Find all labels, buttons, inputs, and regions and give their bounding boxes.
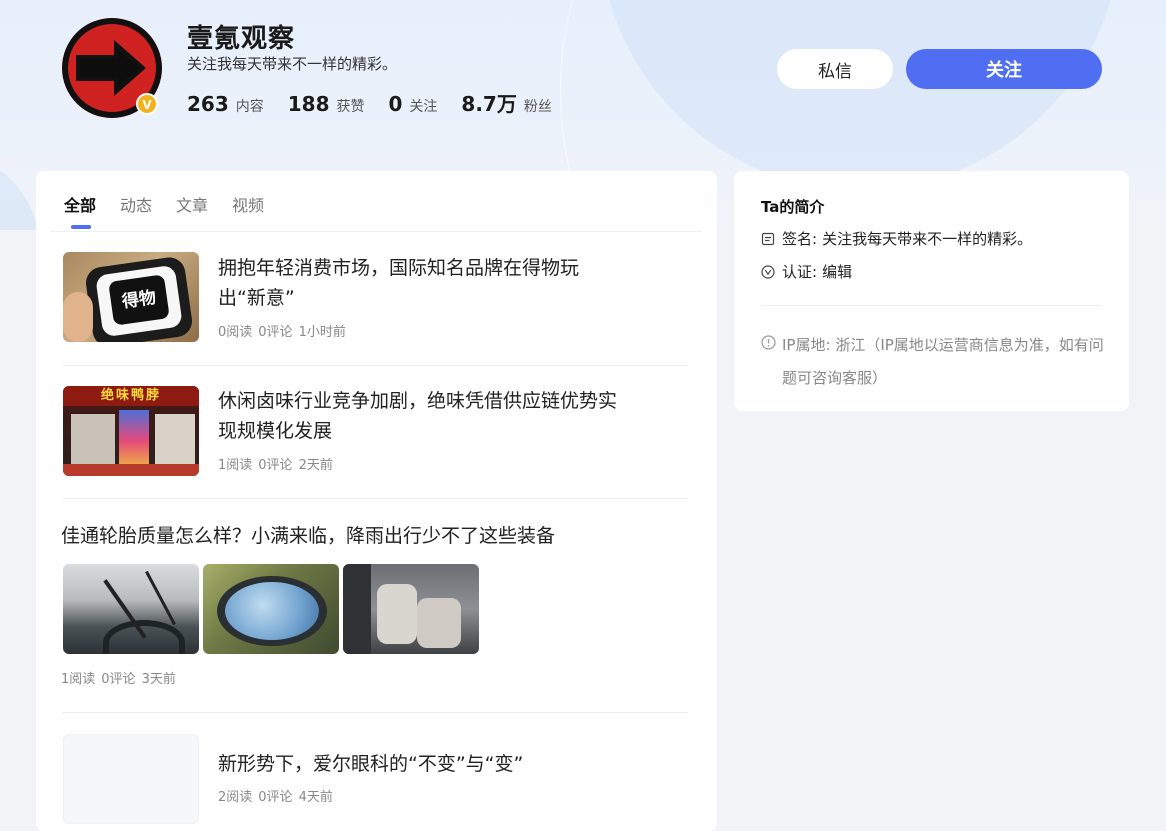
feed-title[interactable]: 拥抱年轻消费市场，国际知名品牌在得物玩出“新意” [218,253,618,313]
tab-all[interactable]: 全部 [64,192,96,229]
feed-item[interactable]: 绝味鸭脖 休闲卤味行业竞争加剧，绝味凭借供应链优势实现规模化发展 1阅读 0评论 2… [63,386,688,480]
app-logo-icon: 得物 [108,274,170,326]
intro-cert-row: 认证: 编辑 [761,261,852,282]
tab-videos[interactable]: 视频 [232,192,264,216]
ip-label: IP属地: [782,336,831,354]
stat-label: 关注 [409,99,438,115]
wiper-shape [145,570,176,626]
stat-following[interactable]: 0 关注 [389,92,438,116]
cert-text: 编辑 [822,263,853,281]
door-frame [343,564,371,654]
feed-title[interactable]: 佳通轮胎质量怎么样？小满来临，降雨出行少不了这些装备 [61,521,661,551]
post-time: 2天前 [298,458,333,473]
content-feed-card: 全部 动态 文章 视频 得物 拥抱年轻消费市场，国际知名品牌在得物玩出“新意” … [36,171,717,831]
stat-contents[interactable]: 263 内容 [187,92,264,116]
comment-count: 0评论 [258,458,293,473]
feed-item[interactable]: 佳通轮胎质量怎么样？小满来临，降雨出行少不了这些装备 1阅读 0评论 3天前 [61,521,686,691]
verified-circle-icon [761,264,775,279]
tab-updates[interactable]: 动态 [120,192,152,216]
profile-name: 壹氪观察 [187,24,296,54]
stat-likes: 188 获赞 [288,92,365,116]
info-icon [761,335,776,350]
stat-number: 188 [287,92,330,116]
profile-stats: 263 内容 188 获赞 0 关注 8.7万 粉丝 [187,88,576,117]
read-count: 2阅读 [218,790,253,805]
tab-divider [50,231,702,232]
verified-badge-icon: V [136,93,158,115]
tab-articles[interactable]: 文章 [176,192,208,216]
item-divider [63,498,688,499]
message-button[interactable]: 私信 [777,49,893,89]
comment-count: 0评论 [258,325,293,340]
profile-signature: 关注我每天带来不一样的精彩。 [187,55,398,73]
stat-label: 粉丝 [523,99,552,115]
stat-number: 8.7万 [461,92,517,116]
comment-count: 0评论 [258,790,293,805]
feed-meta: 0阅读 0评论 1小时前 [218,321,352,340]
intro-signature-row: 签名: 关注我每天带来不一样的精彩。 [761,228,1032,249]
feed-thumbnail[interactable] [203,564,339,654]
stat-number: 0 [388,92,403,116]
content-tabs: 全部 动态 文章 视频 [64,192,288,229]
feed-meta: 1阅读 0评论 3天前 [61,668,182,687]
comment-count: 0评论 [101,672,136,687]
feed-item[interactable]: 新形势下，爱尔眼科的“不变”与“变” 2阅读 0评论 4天前 [63,734,688,828]
read-count: 1阅读 [61,672,96,687]
shop-counter [63,464,199,476]
signature-label: 签名: [782,230,818,248]
intro-divider [761,305,1102,306]
feed-title[interactable]: 新形势下，爱尔眼科的“不变”与“变” [218,749,618,779]
stat-number: 263 [187,92,229,116]
feed-thumbnail[interactable] [343,564,479,654]
profile-intro-card: Ta的简介 签名: 关注我每天带来不一样的精彩。 认证: 编辑 IP属地: 浙江… [734,171,1129,411]
feed-thumbnail[interactable]: 得物 [63,252,199,342]
item-divider [63,712,688,713]
signature-text: 关注我每天带来不一样的精彩。 [822,230,1033,248]
shop-sign: 绝味鸭脖 [63,386,199,406]
post-time: 1小时前 [298,325,346,340]
hand-shape [63,292,93,342]
banner-decor-circle [0,150,40,230]
intro-title: Ta的简介 [761,198,825,216]
seat-shape [417,598,461,648]
read-count: 1阅读 [218,458,253,473]
read-count: 0阅读 [218,325,253,340]
stat-label: 内容 [235,99,264,115]
follow-button[interactable]: 关注 [906,49,1102,89]
ip-location: IP属地: 浙江（IP属地以运营商信息为准，如有问题可咨询客服） [761,329,1106,395]
feed-title[interactable]: 休闲卤味行业竞争加剧，绝味凭借供应链优势实现规模化发展 [218,386,618,446]
stat-fans[interactable]: 8.7万 粉丝 [461,88,551,117]
feed-item[interactable]: 得物 拥抱年轻消费市场，国际知名品牌在得物玩出“新意” 0阅读 0评论 1小时前 [63,252,688,346]
feed-meta: 1阅读 0评论 2天前 [218,454,339,473]
feed-thumbnail[interactable] [63,564,199,654]
seat-shape [377,584,417,644]
poster-shape [119,410,149,472]
item-divider [63,365,688,366]
feed-meta: 2阅读 0评论 4天前 [218,786,339,805]
cert-label: 认证: [782,263,818,281]
mirror-glass [225,582,319,640]
feed-thumbnail[interactable]: 绝味鸭脖 [63,386,199,476]
stat-label: 获赞 [336,99,365,115]
post-time: 3天前 [141,672,176,687]
document-icon [761,232,775,245]
post-time: 4天前 [298,790,333,805]
feed-thumbnail[interactable] [63,734,199,824]
ip-text: 浙江（IP属地以运营商信息为准，如有问题可咨询客服） [782,336,1104,387]
